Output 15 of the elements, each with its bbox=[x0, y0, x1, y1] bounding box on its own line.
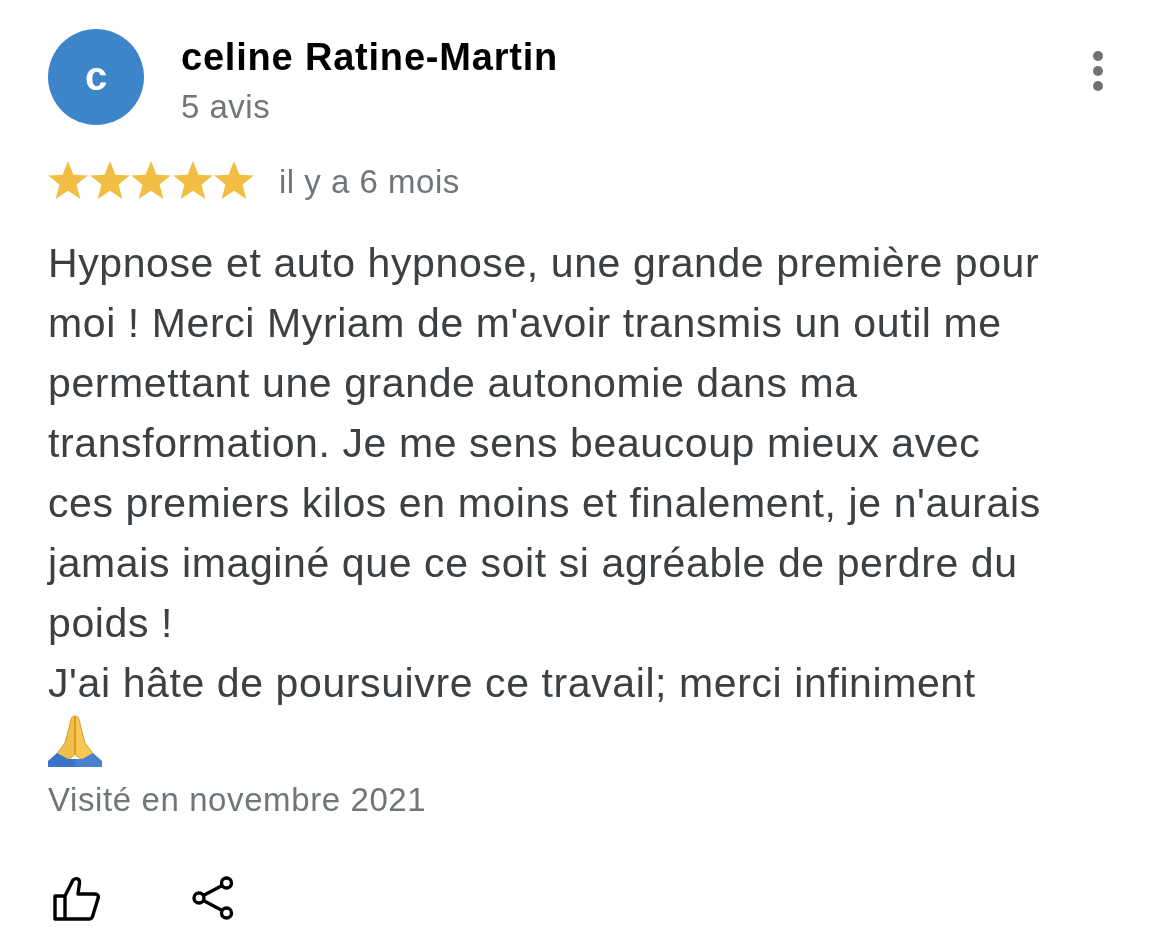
review-text: Hypnose et auto hypnose, une grande première pour moi ! Merci Myriam de m'avoir transmis un outil me permettant une grande autonomie dans ma transformation. Je me sens beaucoup mieux avec ces premiers kilos en moins et finalement, je n'aurais jamais imaginé que ce soit si agréable de perdre du poids ! J'ai hâte de poursuivre ce travail; merci infiniment bbox=[48, 239, 1042, 708]
star-icon bbox=[131, 161, 171, 199]
more-options-icon[interactable] bbox=[1092, 51, 1104, 91]
star-icon bbox=[172, 161, 213, 199]
star-icon bbox=[48, 161, 88, 199]
visit-date: Visité en novembre 2021 bbox=[48, 780, 427, 820]
star-icon bbox=[214, 161, 254, 199]
star-icon bbox=[89, 161, 130, 199]
reviewer-name[interactable]: celine Ratine-Martin bbox=[181, 35, 559, 79]
thumbs-up-icon[interactable] bbox=[52, 875, 100, 921]
review-count: 5 avis bbox=[181, 87, 271, 127]
review-time: il y a 6 mois bbox=[279, 162, 460, 202]
share-icon[interactable] bbox=[192, 876, 234, 920]
praying-hands-icon bbox=[48, 715, 102, 767]
avatar: c bbox=[48, 29, 144, 125]
